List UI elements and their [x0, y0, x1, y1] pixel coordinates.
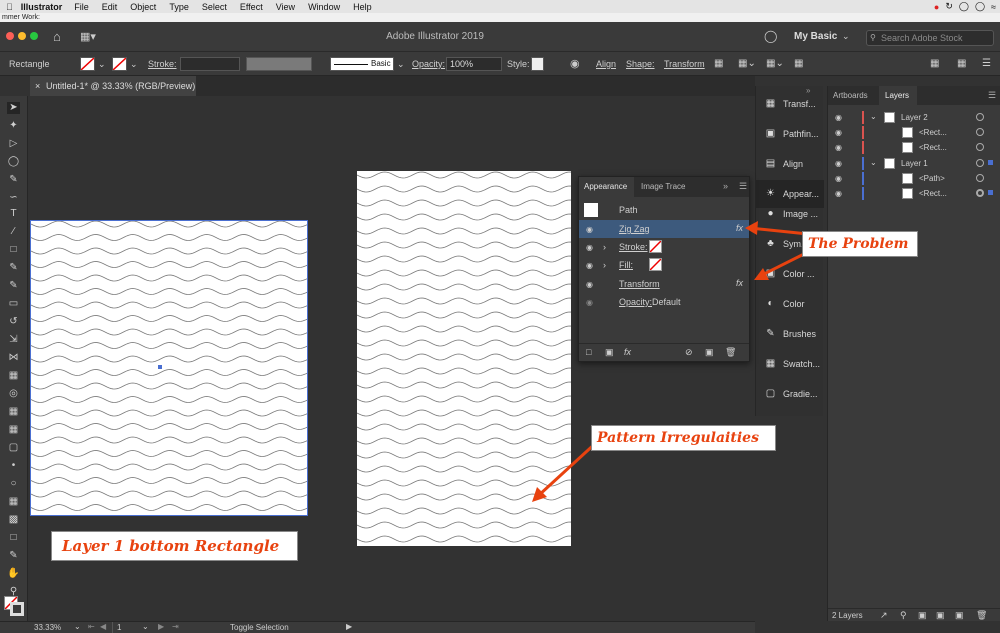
- arrow-to-zigzag: [749, 226, 809, 236]
- arrow-to-pattern: [536, 439, 600, 498]
- arrowhead-zigzag: [745, 221, 758, 235]
- annotation-the-problem: The Problem: [802, 231, 918, 257]
- annotation-pattern-irregularities: Pattern Irregulaities: [591, 425, 776, 451]
- annotation-bottom-rectangle: Layer 1 bottom Rectangle: [51, 531, 298, 561]
